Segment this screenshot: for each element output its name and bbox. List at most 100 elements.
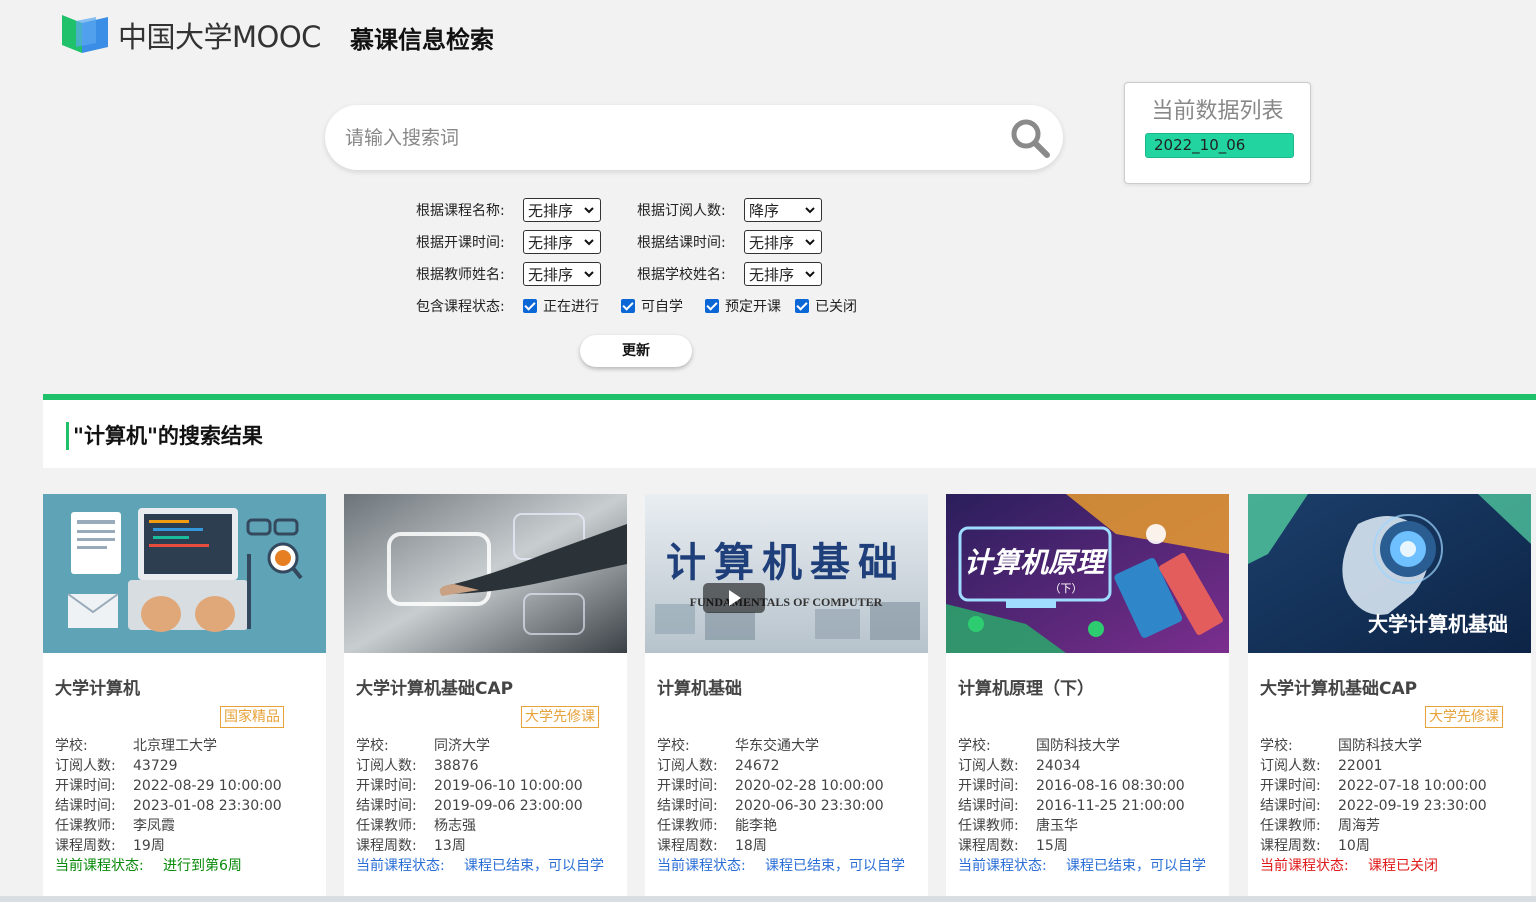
results-header <box>43 400 1536 468</box>
course-card[interactable]: 大学计算机基础 大学计算机基础CAP 大学先修课 学校: 国防科技大学 订阅人数:… <box>1248 494 1531 902</box>
filter-label: 根据订阅人数: <box>637 203 726 219</box>
course-info: 学校: 国防科技大学 订阅人数: 24034 开课时间: 2016-08-16 08:… <box>958 738 1206 874</box>
search-icon[interactable] <box>1009 117 1051 159</box>
course-subscribers: 24034 <box>1036 758 1081 774</box>
sort-teacher-select[interactable]: 无排序 <box>523 262 601 286</box>
course-badge: 大学先修课 <box>521 706 599 728</box>
course-school: 国防科技大学 <box>1338 738 1422 754</box>
status-filter-label: 包含课程状态: <box>416 299 505 315</box>
course-thumbnail: 大学计算机基础 <box>1248 494 1531 653</box>
course-card[interactable]: 计算机原理 （下） 计算机原理（下） 学校: 国防科技大学 订阅人数: 24034 … <box>946 494 1229 902</box>
page-title: 慕课信息检索 <box>350 26 494 54</box>
course-badge: 国家精品 <box>220 706 284 728</box>
course-start: 2022-08-29 10:00:00 <box>133 778 282 794</box>
search-bar <box>325 105 1063 170</box>
course-card[interactable]: 大学计算机 国家精品 学校: 北京理工大学 订阅人数: 43729 开课时间: 202… <box>43 494 326 902</box>
course-start: 2016-08-16 08:30:00 <box>1036 778 1185 794</box>
course-title: 计算机原理（下） <box>958 679 1094 699</box>
course-subscribers: 38876 <box>434 758 479 774</box>
course-thumbnail: 计算机基础 FUNDAMENTALS OF COMPUTER <box>645 494 928 653</box>
course-weeks: 15周 <box>1036 838 1068 854</box>
results-title: "计算机"的搜索结果 <box>66 422 263 450</box>
course-info: 学校: 北京理工大学 订阅人数: 43729 开课时间: 2022-08-29 10:… <box>55 738 282 874</box>
course-status: 进行到第6周 <box>163 858 242 874</box>
data-list-title: 当前数据列表 <box>1151 99 1284 124</box>
course-subscribers: 24672 <box>735 758 780 774</box>
course-school: 华东交通大学 <box>735 738 819 754</box>
thumbnail-title: 大学计算机基础 <box>1368 612 1508 636</box>
filter-label: 根据开课时间: <box>416 235 505 251</box>
course-info: 学校: 同济大学 订阅人数: 38876 开课时间: 2019-06-10 10:00… <box>356 738 604 874</box>
status-checkbox-scheduled[interactable] <box>705 299 719 313</box>
course-end: 2019-09-06 23:00:00 <box>434 798 583 814</box>
course-start: 2022-07-18 10:00:00 <box>1338 778 1487 794</box>
chevron-down-icon <box>805 271 815 278</box>
course-weeks: 18周 <box>735 838 767 854</box>
sort-end-time-select[interactable]: 无排序 <box>744 230 822 254</box>
sort-subscribers-select[interactable]: 降序 <box>744 198 822 222</box>
course-end: 2016-11-25 21:00:00 <box>1036 798 1185 814</box>
course-badge: 大学先修课 <box>1425 706 1503 728</box>
thumbnail-subtitle: （下） <box>1050 582 1083 595</box>
course-end: 2020-06-30 23:30:00 <box>735 798 884 814</box>
course-school: 国防科技大学 <box>1036 738 1120 754</box>
course-thumbnail <box>43 494 326 653</box>
course-subscribers: 43729 <box>133 758 178 774</box>
course-title: 大学计算机 <box>55 679 140 699</box>
data-list-panel: 当前数据列表 2022_10_06 <box>1124 82 1311 184</box>
course-school: 北京理工大学 <box>133 738 217 754</box>
course-subscribers: 22001 <box>1338 758 1383 774</box>
thumbnail-title: 计算机基础 <box>666 539 906 586</box>
chevron-down-icon <box>584 271 594 278</box>
course-teacher: 唐玉华 <box>1036 818 1078 834</box>
course-status: 课程已关闭 <box>1368 858 1438 874</box>
course-weeks: 19周 <box>133 838 165 854</box>
thumbnail-title: 计算机原理 <box>964 546 1108 579</box>
course-status: 课程已结束，可以自学 <box>464 858 604 874</box>
course-teacher: 杨志强 <box>434 818 476 834</box>
status-checkbox-label: 预定开课 <box>725 299 781 315</box>
course-school: 同济大学 <box>434 738 490 754</box>
course-title: 大学计算机基础CAP <box>1260 679 1418 699</box>
course-end: 2022-09-19 23:30:00 <box>1338 798 1487 814</box>
sort-school-select[interactable]: 无排序 <box>744 262 822 286</box>
chevron-down-icon <box>805 207 815 214</box>
filter-label: 根据学校姓名: <box>637 267 726 283</box>
chevron-down-icon <box>584 239 594 246</box>
course-thumbnail <box>344 494 627 653</box>
course-weeks: 13周 <box>434 838 466 854</box>
course-title: 大学计算机基础CAP <box>356 679 514 699</box>
status-checkbox-selfstudy[interactable] <box>621 299 635 313</box>
status-checkbox-label: 正在进行 <box>543 299 599 315</box>
logo-text: 中国大学MOOC <box>118 20 321 54</box>
status-checkbox-ongoing[interactable] <box>523 299 537 313</box>
status-checkbox-label: 可自学 <box>641 299 683 315</box>
filter-label: 根据结课时间: <box>637 235 726 251</box>
course-end: 2023-01-08 23:30:00 <box>133 798 282 814</box>
chevron-down-icon <box>805 239 815 246</box>
course-info: 学校: 国防科技大学 订阅人数: 22001 开课时间: 2022-07-18 10:… <box>1260 738 1487 874</box>
course-info: 学校: 华东交通大学 订阅人数: 24672 开课时间: 2020-02-28 10:… <box>657 738 905 874</box>
course-card[interactable]: 计算机基础 FUNDAMENTALS OF COMPUTER 计算机基础 学校:… <box>645 494 928 902</box>
status-checkbox-label: 已关闭 <box>815 299 857 315</box>
update-button[interactable]: 更新 <box>580 335 692 367</box>
course-teacher: 能李艳 <box>735 818 777 834</box>
course-status: 课程已结束，可以自学 <box>765 858 905 874</box>
course-start: 2019-06-10 10:00:00 <box>434 778 583 794</box>
course-title: 计算机基础 <box>657 679 742 699</box>
course-thumbnail: 计算机原理 （下） <box>946 494 1229 653</box>
course-start: 2020-02-28 10:00:00 <box>735 778 884 794</box>
logo-book-icon <box>62 15 110 55</box>
search-input[interactable] <box>345 105 985 170</box>
data-list-item[interactable]: 2022_10_06 <box>1145 133 1294 158</box>
filter-label: 根据教师姓名: <box>416 267 505 283</box>
course-card[interactable]: 大学计算机基础CAP 大学先修课 学校: 同济大学 订阅人数: 38876 开课时间… <box>344 494 627 902</box>
mooc-logo[interactable]: 中国大学MOOC <box>62 14 321 56</box>
course-teacher: 周海芳 <box>1338 818 1380 834</box>
sort-course-name-select[interactable]: 无排序 <box>523 198 601 222</box>
status-checkbox-closed[interactable] <box>795 299 809 313</box>
course-teacher: 李凤霞 <box>133 818 175 834</box>
chevron-down-icon <box>584 207 594 214</box>
sort-start-time-select[interactable]: 无排序 <box>523 230 601 254</box>
scroll-edge <box>0 896 1536 902</box>
